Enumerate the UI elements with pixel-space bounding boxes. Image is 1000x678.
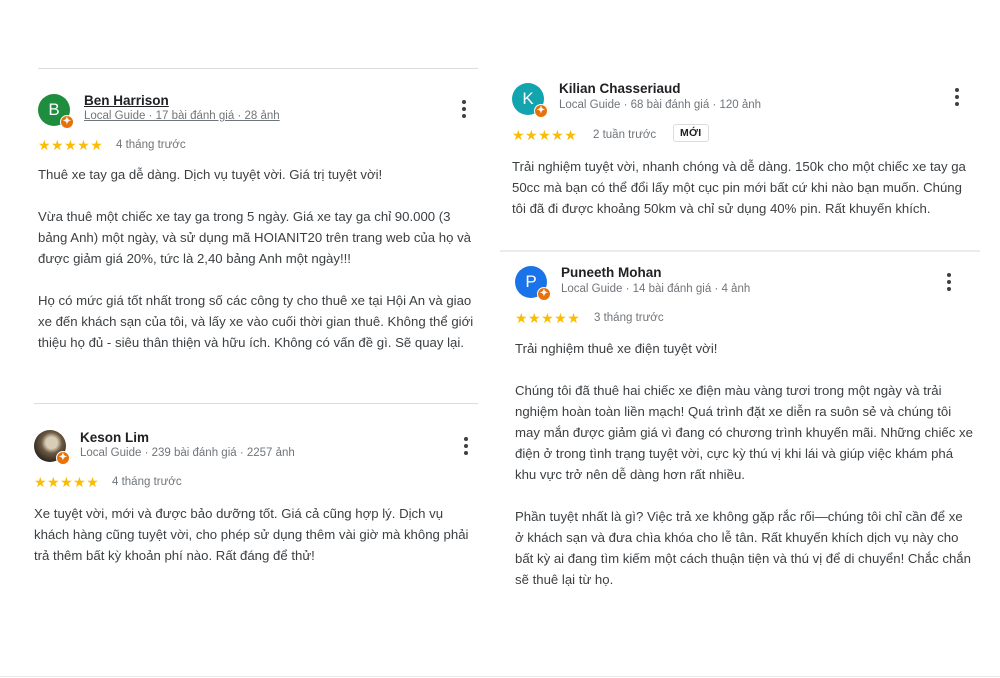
avatar-initial: B <box>48 100 60 119</box>
reviewer-name[interactable]: Keson Lim <box>80 430 149 445</box>
review-text: Trải nghiệm tuyệt vời, nhanh chóng và dễ… <box>512 156 972 219</box>
review-paragraph: Thuê xe tay ga dễ dàng. Dịch vụ tuyệt vờ… <box>38 167 383 182</box>
star-rating: ★★★★★ <box>515 310 581 326</box>
star-rating: ★★★★★ <box>512 127 578 143</box>
reviewer-meta[interactable]: Local Guide · 14 bài đánh giá · 4 ảnh <box>561 283 750 295</box>
review-text: Trải nghiệm thuê xe điện tuyệt vời! Chún… <box>515 338 973 590</box>
star-rating: ★★★★★ <box>38 137 104 153</box>
review-paragraph: Trải nghiệm thuê xe điện tuyệt vời! <box>515 341 718 356</box>
reviewer-name[interactable]: Ben Harrison <box>84 93 169 108</box>
new-badge: MỚI <box>673 124 709 142</box>
avatar-initial: P <box>525 272 537 291</box>
local-guide-badge-icon: ✦ <box>56 451 70 465</box>
more-options-icon[interactable] <box>954 88 960 110</box>
star-rating: ★★★★★ <box>34 474 100 490</box>
reviewer-name[interactable]: Puneeth Mohan <box>561 265 662 280</box>
avatar[interactable]: ✦ <box>34 430 70 465</box>
local-guide-badge-icon: ✦ <box>537 287 551 301</box>
divider <box>38 68 478 69</box>
review-paragraph: Họ có mức giá tốt nhất trong số các công… <box>38 293 474 350</box>
review-date: 3 tháng trước <box>594 312 664 324</box>
divider <box>0 676 1000 677</box>
review-date: 4 tháng trước <box>116 139 186 151</box>
review-paragraph: Trải nghiệm tuyệt vời, nhanh chóng và dễ… <box>512 159 966 216</box>
reviewer-meta[interactable]: Local Guide · 17 bài đánh giá · 28 ảnh <box>84 110 280 122</box>
review-paragraph: Chúng tôi đã thuê hai chiếc xe điện màu … <box>515 383 973 482</box>
avatar[interactable]: B ✦ <box>38 94 74 129</box>
reviewer-meta[interactable]: Local Guide · 68 bài đánh giá · 120 ảnh <box>559 99 761 111</box>
review-text: Xe tuyệt vời, mới và được bảo dưỡng tốt.… <box>34 503 478 566</box>
review-date: 2 tuần trước <box>593 129 657 141</box>
review-text: Thuê xe tay ga dễ dàng. Dịch vụ tuyệt vờ… <box>38 164 478 353</box>
review-paragraph: Xe tuyệt vời, mới và được bảo dưỡng tốt.… <box>34 506 469 563</box>
local-guide-badge-icon: ✦ <box>534 104 548 118</box>
local-guide-badge-icon: ✦ <box>60 115 74 129</box>
more-options-icon[interactable] <box>946 273 952 295</box>
divider <box>500 250 980 252</box>
review-paragraph: Phần tuyệt nhất là gì? Việc trả xe không… <box>515 509 971 587</box>
divider <box>34 403 478 404</box>
review-date: 4 tháng trước <box>112 476 182 488</box>
avatar[interactable]: K ✦ <box>512 83 548 118</box>
avatar[interactable]: P ✦ <box>515 266 551 301</box>
reviewer-name[interactable]: Kilian Chasseriaud <box>559 81 681 96</box>
reviewer-meta[interactable]: Local Guide · 239 bài đánh giá · 2257 ản… <box>80 447 295 459</box>
more-options-icon[interactable] <box>463 437 469 459</box>
more-options-icon[interactable] <box>461 100 467 122</box>
avatar-initial: K <box>522 89 534 108</box>
review-paragraph: Vừa thuê một chiếc xe tay ga trong 5 ngà… <box>38 209 472 266</box>
